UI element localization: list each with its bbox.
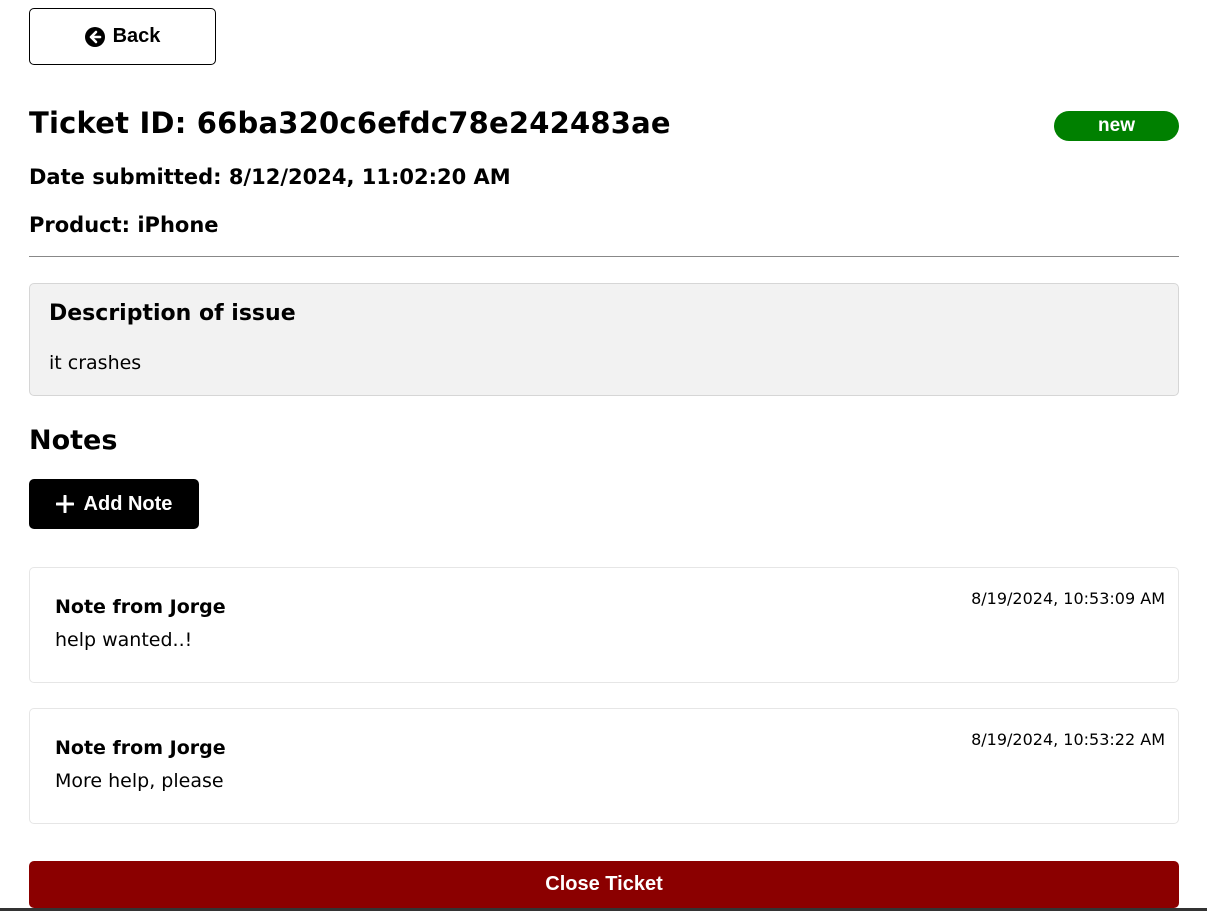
note-author: Note from Jorge: [55, 596, 226, 618]
description-box: Description of issue it crashes: [29, 283, 1179, 396]
close-ticket-button[interactable]: Close Ticket: [29, 861, 1179, 908]
description-text: it crashes: [49, 352, 142, 374]
plus-icon: [55, 495, 74, 513]
note-item: Note from Jorge help wanted..! 8/19/2024…: [29, 567, 1179, 683]
date-submitted: Date submitted: 8/12/2024, 11:02:20 AM: [29, 165, 511, 189]
note-item: Note from Jorge More help, please 8/19/2…: [29, 708, 1179, 824]
ticket-page: Back Ticket ID: 66ba320c6efdc78e242483ae…: [0, 0, 1207, 911]
note-text: help wanted..!: [55, 629, 193, 651]
back-button[interactable]: Back: [29, 8, 216, 65]
description-heading: Description of issue: [49, 301, 296, 326]
note-text: More help, please: [55, 770, 224, 792]
note-date: 8/19/2024, 10:53:22 AM: [971, 730, 1165, 749]
ticket-title: Ticket ID: 66ba320c6efdc78e242483ae: [29, 106, 671, 140]
divider: [29, 256, 1179, 257]
product-label: Product: iPhone: [29, 213, 219, 237]
arrow-circle-left-icon: [84, 26, 105, 47]
note-author: Note from Jorge: [55, 737, 226, 759]
add-note-label: Add Note: [83, 492, 173, 515]
back-button-label: Back: [112, 25, 161, 47]
add-note-button[interactable]: Add Note: [29, 479, 199, 529]
note-date: 8/19/2024, 10:53:09 AM: [971, 589, 1165, 608]
status-badge: new: [1054, 111, 1179, 141]
notes-heading: Notes: [29, 425, 118, 456]
